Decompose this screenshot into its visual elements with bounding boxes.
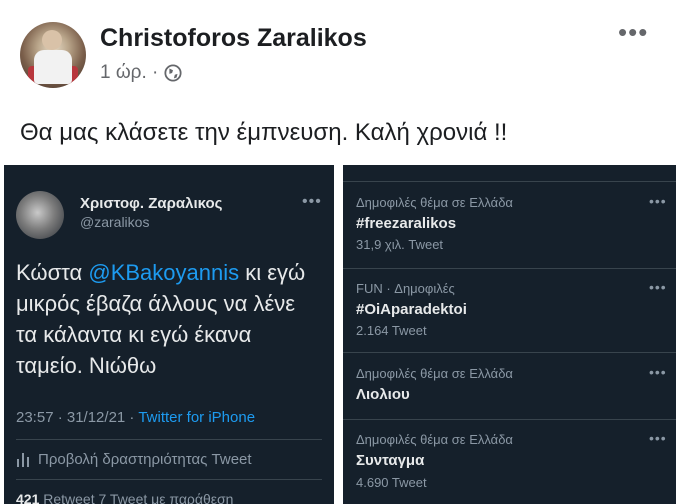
facebook-post-header: Christoforos Zaralikos 1 ώρ. · ••• Θα μα… xyxy=(0,0,680,165)
post-text: Θα μας κλάσετε την έμπνευση. Καλή χρονιά… xyxy=(20,119,508,146)
trends-screenshot: Δημοφιλές θέμα σε Ελλάδα #freezaralikos … xyxy=(343,165,676,504)
globe-icon xyxy=(164,64,182,82)
retweet-count[interactable]: 421 xyxy=(16,491,39,504)
tweet-screenshot: Χριστοφ. Ζαραλικος @zaralikos ••• Κώστα … xyxy=(4,165,334,504)
trend-name[interactable]: #OiAparadektoi xyxy=(356,301,467,318)
tweet-text-start: Κώστα xyxy=(16,260,89,285)
trend-count: 2.164 Tweet xyxy=(356,323,427,338)
trend-item[interactable]: Δημοφιλές θέμα σε Ελλάδα Συνταγμα 4.690 … xyxy=(343,419,676,504)
tweet-activity-link[interactable]: Προβολή δραστηριότητας Tweet xyxy=(16,451,252,468)
trend-item[interactable]: Δημοφιλές θέμα σε Ελλάδα #freezaralikos … xyxy=(343,181,676,271)
tweet-avatar[interactable] xyxy=(16,191,64,239)
trend-more-icon[interactable]: ••• xyxy=(649,193,667,209)
analytics-icon xyxy=(16,452,30,467)
tweet-author-name[interactable]: Χριστοφ. Ζαραλικος xyxy=(80,195,222,212)
trend-count: 4.690 Tweet xyxy=(356,475,427,490)
tweet-text: Κώστα @KBakoyannis κι εγώ μικρός έβαζα ά… xyxy=(16,257,316,381)
tweet-activity-label: Προβολή δραστηριότητας Tweet xyxy=(38,451,252,468)
tweet-more-icon[interactable]: ••• xyxy=(302,193,322,211)
post-time[interactable]: 1 ώρ. · xyxy=(100,62,158,84)
image-gap xyxy=(334,165,343,504)
trend-context: Δημοφιλές θέμα σε Ελλάδα xyxy=(356,195,513,210)
divider xyxy=(16,479,322,480)
trend-item[interactable]: FUN · Δημοφιλές #OiAparadektoi 2.164 Twe… xyxy=(343,268,676,354)
trend-count: 31,9 χιλ. Tweet xyxy=(356,237,444,252)
tweet-stats: 421 Retweet 7 Tweet με παράθεση xyxy=(16,491,233,504)
trend-context: FUN · Δημοφιλές xyxy=(356,281,455,296)
trend-context: Δημοφιλές θέμα σε Ελλάδα xyxy=(356,366,513,381)
trend-name[interactable]: Λιολιου xyxy=(356,386,410,403)
post-meta: 1 ώρ. · xyxy=(100,62,182,84)
tweet-author-handle[interactable]: @zaralikos xyxy=(80,214,149,230)
tweet-mention-link[interactable]: @KBakoyannis xyxy=(88,260,239,285)
trend-item[interactable]: Δημοφιλές θέμα σε Ελλάδα Λιολιου ••• xyxy=(343,352,676,420)
tweet-source-link[interactable]: Twitter for iPhone xyxy=(138,409,255,426)
trend-more-icon[interactable]: ••• xyxy=(649,430,667,446)
author-avatar[interactable] xyxy=(20,22,86,88)
trend-name[interactable]: Συνταγμα xyxy=(356,452,424,469)
tweet-stats-label: Retweet 7 Tweet με παράθεση xyxy=(39,491,234,504)
more-options-icon[interactable]: ••• xyxy=(618,19,648,45)
trend-more-icon[interactable]: ••• xyxy=(649,364,667,380)
trend-name[interactable]: #freezaralikos xyxy=(356,215,456,232)
trend-context: Δημοφιλές θέμα σε Ελλάδα xyxy=(356,432,513,447)
divider xyxy=(16,439,322,440)
trend-more-icon[interactable]: ••• xyxy=(649,279,667,295)
tweet-timestamp: 23:57 · 31/12/21 · Twitter for iPhone xyxy=(16,409,255,426)
tweet-date: 23:57 · 31/12/21 · xyxy=(16,409,139,426)
author-name[interactable]: Christoforos Zaralikos xyxy=(100,24,367,53)
